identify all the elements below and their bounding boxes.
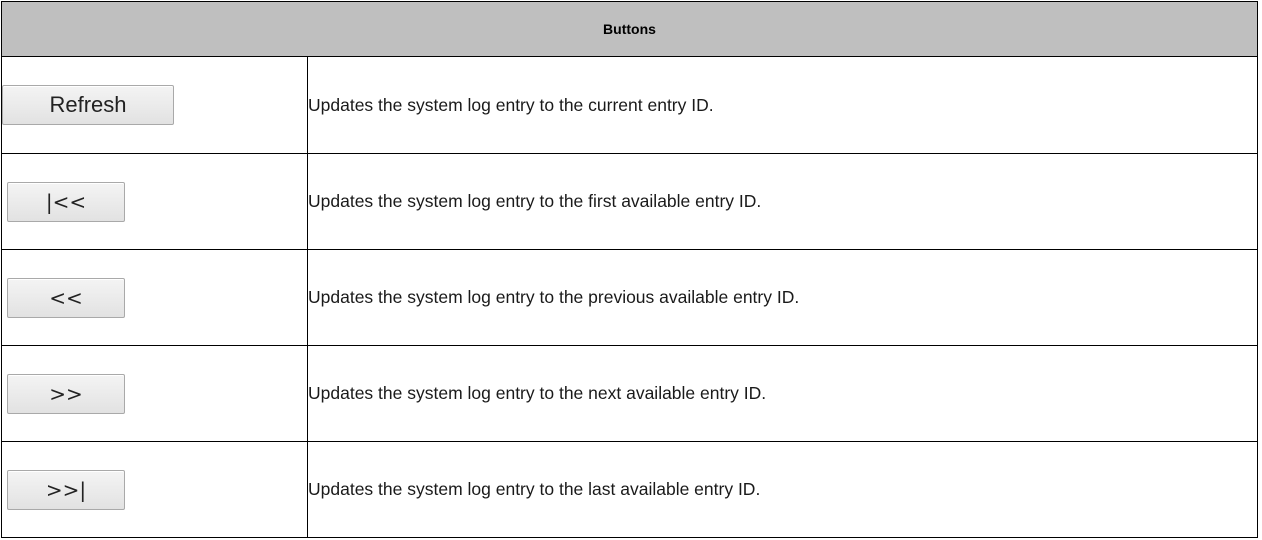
table-row-refresh: Refresh Updates the system log entry to … [1, 56, 1258, 154]
previous-entry-button[interactable]: << [7, 277, 125, 318]
next-entry-button[interactable]: >> [7, 373, 125, 414]
table-row-first: |<< Updates the system log entry to the … [1, 153, 1258, 250]
table-row-previous: << Updates the system log entry to the p… [1, 249, 1258, 346]
refresh-button[interactable]: Refresh [2, 85, 174, 125]
button-cell: |<< [1, 153, 308, 250]
button-cell: >> [1, 345, 308, 442]
table-header: Buttons [1, 1, 1258, 57]
row-description: Updates the system log entry to the firs… [307, 153, 1258, 250]
last-entry-button[interactable]: >>| [7, 469, 125, 510]
button-cell: Refresh [1, 56, 308, 154]
table-row-last: >>| Updates the system log entry to the … [1, 441, 1258, 538]
button-cell: >>| [1, 441, 308, 538]
row-description: Updates the system log entry to the next… [307, 345, 1258, 442]
button-cell: << [1, 249, 308, 346]
first-entry-button[interactable]: |<< [7, 181, 125, 222]
row-description: Updates the system log entry to the curr… [307, 56, 1258, 154]
row-description: Updates the system log entry to the last… [307, 441, 1258, 538]
row-description: Updates the system log entry to the prev… [307, 249, 1258, 346]
buttons-table: Buttons Refresh Updates the system log e… [1, 1, 1258, 538]
table-row-next: >> Updates the system log entry to the n… [1, 345, 1258, 442]
